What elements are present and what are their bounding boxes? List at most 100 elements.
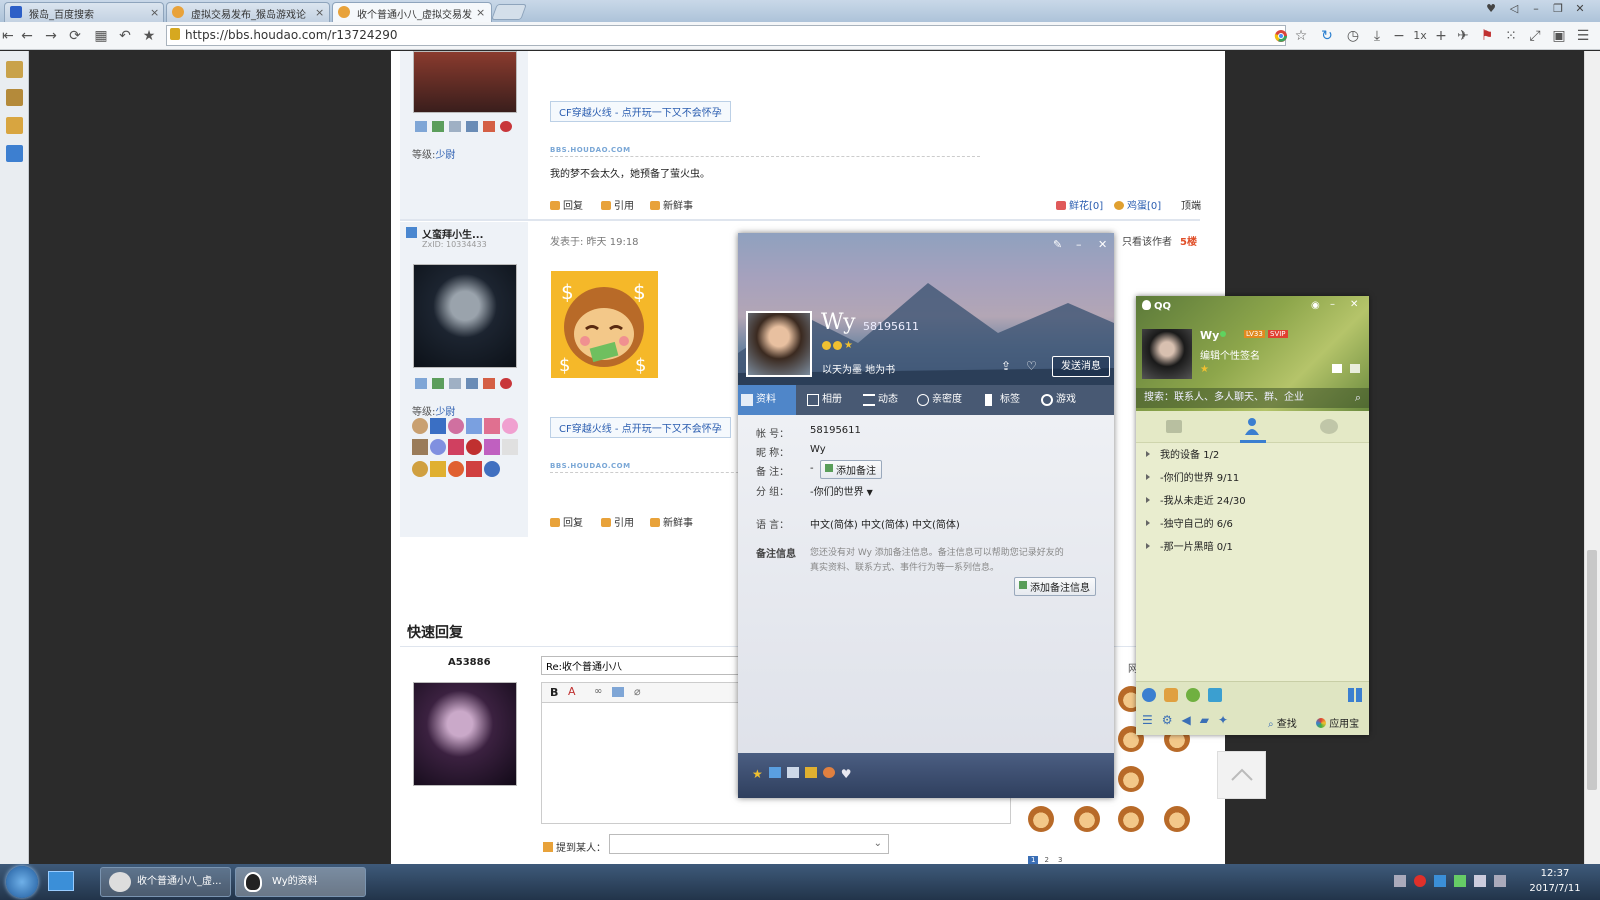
edit-icon[interactable]: ✎ <box>1053 238 1062 251</box>
post2-avatar[interactable] <box>413 264 517 368</box>
heart-add-icon[interactable]: ♡ <box>1026 359 1037 373</box>
emoticon-icon[interactable] <box>1118 806 1144 832</box>
post1-top-link[interactable]: 顶端 <box>1181 197 1201 212</box>
star-icon[interactable]: ★ <box>752 767 763 781</box>
contacts-icon[interactable] <box>1244 417 1260 435</box>
sync-icon[interactable]: ↻ <box>1318 27 1336 45</box>
main-menu-icon[interactable]: ☰ <box>1142 713 1153 727</box>
medal-icon[interactable] <box>484 418 500 434</box>
post2-fresh-button[interactable]: 新鲜事 <box>650 514 693 529</box>
shirt-icon[interactable]: ♥ <box>1482 2 1500 16</box>
folder-icon[interactable]: ▰ <box>1200 713 1209 727</box>
start-button[interactable] <box>6 866 38 898</box>
volume-icon[interactable]: ◁ <box>1505 2 1523 16</box>
rank-value[interactable]: 少尉 <box>435 150 455 161</box>
vip-icon[interactable] <box>768 767 781 778</box>
bold-icon[interactable]: B <box>550 686 558 699</box>
post1-fresh-button[interactable]: 新鲜事 <box>650 197 693 212</box>
security-tray-icon[interactable] <box>1454 875 1466 887</box>
medal-icon[interactable] <box>484 460 500 477</box>
medal-icon[interactable] <box>484 439 500 456</box>
post2-quote-button[interactable]: 引用 <box>601 514 634 529</box>
mail-icon[interactable] <box>415 378 427 389</box>
skin-icon[interactable]: ◉ <box>1311 300 1320 311</box>
mail-icon[interactable] <box>786 767 799 778</box>
heart-icon[interactable]: ♥ <box>841 767 852 781</box>
medal-icon[interactable] <box>448 460 464 477</box>
address-bar[interactable]: https://bbs.houdao.com/r13724290 <box>166 25 1286 46</box>
game-app-icon[interactable] <box>1164 688 1178 702</box>
settings-icon[interactable]: ⚙ <box>1162 713 1173 727</box>
qq-icon[interactable] <box>500 378 512 389</box>
post2-username[interactable]: 乂蛮拜小生... <box>422 226 483 241</box>
search-icon[interactable]: ⌕ <box>1355 388 1361 408</box>
share-icon[interactable]: ⇪ <box>1001 359 1011 373</box>
tab-games[interactable]: 游戏 <box>1038 385 1076 415</box>
window-close-icon[interactable]: ✕ <box>1571 2 1589 16</box>
add-remark-info-button[interactable]: 添加备注信息 <box>1014 577 1096 596</box>
new-tab-button[interactable] <box>491 4 527 20</box>
mention-input[interactable]: ⌄ <box>609 834 889 854</box>
app-store-button[interactable]: 应用宝 <box>1316 715 1359 730</box>
medal-icon[interactable] <box>412 439 428 456</box>
medal-icon[interactable] <box>412 418 428 434</box>
profile-icon[interactable] <box>449 121 461 132</box>
group-my-devices[interactable]: 我的设备 1/2 <box>1146 446 1219 461</box>
network-icon[interactable] <box>1434 875 1446 887</box>
keyboard-icon[interactable] <box>1394 875 1406 887</box>
online-status-icon[interactable] <box>1220 331 1226 337</box>
group-chat-icon[interactable] <box>1320 419 1338 434</box>
friend-avatar[interactable] <box>746 311 812 377</box>
tab-current-post[interactable]: 收个普通小八_虚拟交易发 × <box>332 2 492 23</box>
group-alone[interactable]: -独守自己的 6/6 <box>1146 515 1233 530</box>
send-icon[interactable]: ✈ <box>1454 27 1472 45</box>
group-select[interactable]: -你们的世界 ▼ <box>810 483 873 498</box>
minimize-icon[interactable]: – <box>1076 238 1082 251</box>
medal-icon[interactable] <box>448 439 464 456</box>
tab-tags[interactable]: 标签 <box>982 385 1020 415</box>
zoom-level[interactable]: 1x <box>1411 27 1429 45</box>
sound-icon[interactable]: ◀ <box>1182 713 1191 727</box>
group-your-world[interactable]: -你们的世界 9/11 <box>1146 469 1239 484</box>
my-nickname[interactable]: Wy <box>1200 329 1219 342</box>
post1-reply-button[interactable]: 回复 <box>550 197 583 212</box>
back-to-top-button[interactable] <box>1217 751 1266 799</box>
qq-tray-icon[interactable] <box>1414 875 1426 887</box>
favorites-icon[interactable] <box>6 117 23 134</box>
group-never-near[interactable]: -我从未走近 24/30 <box>1146 492 1246 507</box>
volume-icon[interactable] <box>1474 875 1486 887</box>
tab-trade-publish[interactable]: 虚拟交易发布_猴岛游戏论 × <box>166 2 330 22</box>
tab-info[interactable]: 资料 <box>738 385 796 415</box>
medal-icon[interactable] <box>466 439 482 456</box>
page-3[interactable]: 3 <box>1055 856 1065 864</box>
post1-quote-button[interactable]: 引用 <box>601 197 634 212</box>
group-icon[interactable] <box>483 378 495 389</box>
page-2[interactable]: 2 <box>1041 856 1051 864</box>
flag-icon[interactable]: ⚑ <box>1478 27 1496 45</box>
send-message-button[interactable]: 发送消息 <box>1052 356 1110 377</box>
emoticon-icon[interactable] <box>1118 766 1144 792</box>
post1-flower-button[interactable]: 鲜花[0] <box>1056 197 1103 212</box>
medal-icon[interactable] <box>466 460 482 477</box>
medal-icon[interactable] <box>430 439 446 456</box>
emoticon-icon[interactable] <box>1074 806 1100 832</box>
tab-intimacy[interactable]: 亲密度 <box>914 385 962 415</box>
show-desktop-icon[interactable] <box>48 871 74 891</box>
mail-icon[interactable] <box>415 121 427 132</box>
app-grid-icon[interactable] <box>1348 688 1362 702</box>
chrome-icon[interactable] <box>1272 27 1290 45</box>
post1-avatar[interactable] <box>413 51 517 113</box>
mail-icon[interactable] <box>1332 364 1342 373</box>
attachment-icon[interactable]: ⌀ <box>634 685 641 698</box>
emoticon-icon[interactable] <box>1028 806 1054 832</box>
medal-icon[interactable] <box>448 418 464 434</box>
medal-icon[interactable] <box>430 418 446 434</box>
dots-grid-icon[interactable]: ⁙ <box>1502 27 1520 45</box>
tab-album[interactable]: 相册 <box>804 385 842 415</box>
medal-icon[interactable] <box>502 439 518 456</box>
browser-app-icon[interactable] <box>1142 688 1156 702</box>
my-avatar[interactable] <box>1142 329 1192 379</box>
forward-icon[interactable]: → <box>42 27 60 45</box>
emoticon-icon[interactable] <box>1164 806 1190 832</box>
expand-icon[interactable]: ⤢ <box>1526 27 1544 45</box>
